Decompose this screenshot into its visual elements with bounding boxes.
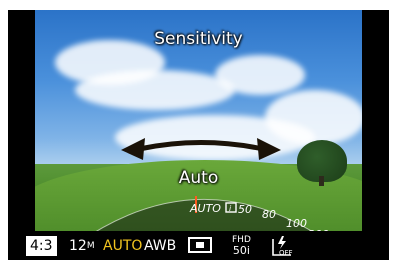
flash-bolt xyxy=(278,236,286,249)
video-format[interactable]: FHD 50i xyxy=(232,231,251,260)
image-size[interactable]: 12 M xyxy=(69,231,95,260)
multi-metering-icon[interactable] xyxy=(188,237,212,253)
image-size-value: 12 xyxy=(69,237,87,254)
white-balance[interactable]: AWB xyxy=(144,231,176,260)
metering-center xyxy=(196,242,204,248)
dial-value-100[interactable]: 100 xyxy=(286,217,307,230)
iso-dial[interactable]: AUTO i 50 80 100 200 xyxy=(8,10,389,260)
flash-state-label: OFF xyxy=(279,249,293,257)
dial-value-auto[interactable]: AUTO xyxy=(189,202,221,215)
video-format-top: FHD xyxy=(232,234,251,245)
flash-off-icon[interactable]: OFF xyxy=(271,235,293,257)
status-bar: 4:3 12 M AUTO AWB FHD 50i OFF xyxy=(8,231,389,260)
image-size-unit: M xyxy=(86,240,95,251)
aspect-ratio-badge[interactable]: 4:3 xyxy=(26,236,57,256)
dial-value-80[interactable]: 80 xyxy=(262,208,276,221)
iso-mode[interactable]: AUTO xyxy=(103,231,142,260)
video-format-bottom: 50i xyxy=(232,243,250,257)
dial-value-50[interactable]: 50 xyxy=(238,203,252,216)
camera-screen: Sensitivity Auto AUTO i 50 80 100 200 4:… xyxy=(8,10,389,260)
